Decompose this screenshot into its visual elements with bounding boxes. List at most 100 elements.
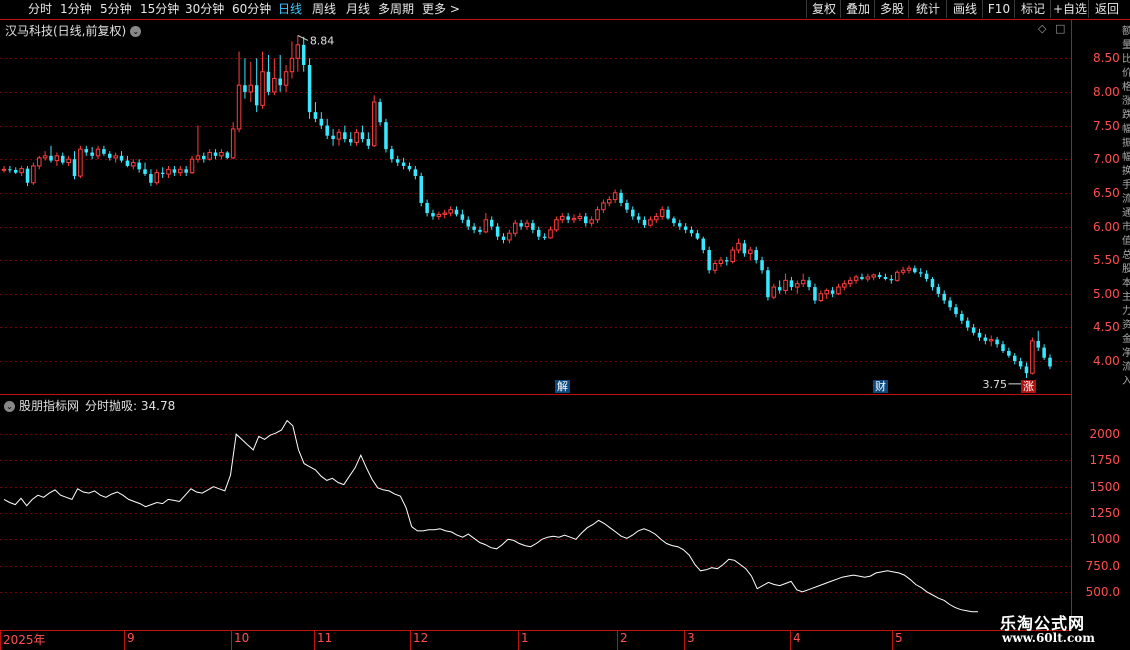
- tab-timeframe-0[interactable]: 分时: [28, 1, 52, 18]
- tab-timeframe-2[interactable]: 5分钟: [100, 1, 132, 18]
- candle-body: [1007, 350, 1011, 356]
- candle-body: [954, 307, 958, 314]
- settings-icon[interactable]: ⌄: [4, 401, 15, 412]
- candle-body: [113, 155, 118, 159]
- candle-body: [266, 71, 271, 92]
- tab-timeframe-5[interactable]: 60分钟: [232, 1, 271, 18]
- candle-body: [918, 272, 923, 274]
- square-icon[interactable]: □: [1055, 22, 1065, 35]
- candle-body: [243, 85, 247, 92]
- candle-body: [178, 168, 183, 174]
- candle-body: [436, 213, 442, 217]
- diamond-icon[interactable]: ◇: [1038, 22, 1046, 35]
- toolbar-button-1[interactable]: 叠加: [840, 0, 875, 18]
- stock-title-text: 汉马科技(日线,前复权): [5, 24, 127, 38]
- indicator-tick-label: 500.0: [1085, 584, 1120, 599]
- toolbar-button-6[interactable]: 标记: [1014, 0, 1051, 18]
- candle-body: [683, 226, 688, 230]
- candle-body: [31, 165, 36, 184]
- candle-body: [542, 236, 547, 238]
- event-marker-unlock[interactable]: 解: [555, 380, 570, 393]
- tab-timeframe-10[interactable]: 更多 >: [422, 1, 460, 18]
- candle-body: [19, 168, 24, 174]
- candle-body: [495, 226, 500, 237]
- candle-body: [483, 219, 489, 233]
- candle-body: [119, 155, 124, 161]
- candle-body: [384, 122, 388, 150]
- candle-body: [948, 300, 952, 308]
- tab-timeframe-1[interactable]: 1分钟: [60, 1, 92, 18]
- candle-body: [619, 192, 623, 203]
- indicator-title[interactable]: ⌄ 股朋指标网 分时抛吸: 34.78: [4, 397, 175, 414]
- chevron-down-icon[interactable]: ⌄: [130, 26, 142, 37]
- candle-body: [842, 283, 847, 288]
- candle-body: [501, 236, 506, 240]
- candle-body: [988, 339, 994, 342]
- candle-body: [766, 270, 770, 298]
- event-marker-limit-up[interactable]: 涨: [1021, 380, 1036, 393]
- candle-body: [519, 223, 523, 227]
- candle-body: [8, 169, 12, 171]
- indicator-name: 股朋指标网: [19, 399, 80, 413]
- candle-body: [678, 223, 682, 227]
- stock-title[interactable]: 汉马科技(日线,前复权) ⌄: [5, 22, 142, 39]
- candle-body: [225, 152, 230, 158]
- indicator-tick-label: 1500: [1089, 479, 1120, 494]
- candle-body: [554, 219, 559, 231]
- tab-timeframe-6[interactable]: 日线: [278, 1, 302, 18]
- candle-body: [625, 202, 629, 210]
- tab-timeframe-3[interactable]: 15分钟: [140, 1, 179, 18]
- toolbar-button-4[interactable]: 画线: [946, 0, 983, 18]
- toolbar-button-7[interactable]: +自选: [1050, 0, 1089, 18]
- tab-timeframe-9[interactable]: 多周期: [378, 1, 414, 18]
- toolbar-button-5[interactable]: F10: [982, 0, 1015, 18]
- candle-body: [860, 276, 864, 279]
- candle-body: [1048, 357, 1052, 367]
- candle-body: [942, 293, 946, 301]
- time-tick-label: 3: [687, 631, 695, 645]
- candle-body: [754, 250, 758, 261]
- time-tick-label: 5: [895, 631, 903, 645]
- indicator-tick-label: 2000: [1089, 426, 1120, 441]
- candle-body: [736, 242, 741, 251]
- candle-body: [631, 209, 635, 217]
- candle-body: [906, 267, 912, 271]
- candle-body: [672, 218, 676, 224]
- candle-body: [448, 209, 453, 214]
- toolbar-button-0[interactable]: 复权: [806, 0, 841, 18]
- tab-timeframe-8[interactable]: 月线: [346, 1, 370, 18]
- candle-body: [589, 219, 594, 224]
- candle-body: [847, 279, 853, 285]
- candle-body: [813, 287, 817, 301]
- candle-body: [202, 155, 206, 160]
- price-tick-label: 4.00: [1093, 353, 1120, 368]
- candle-body: [366, 139, 371, 146]
- candle-body: [160, 172, 165, 175]
- candle-body: [407, 165, 412, 170]
- candle-body: [213, 152, 218, 156]
- event-marker-financial[interactable]: 财: [873, 380, 888, 393]
- candle-body: [1024, 366, 1029, 374]
- candle-body: [607, 199, 612, 204]
- candle-body: [149, 174, 153, 183]
- toolbar-button-2[interactable]: 多股: [874, 0, 909, 18]
- toolbar-button-3[interactable]: 统计: [908, 0, 947, 18]
- candle-body: [612, 192, 618, 201]
- candle-body: [566, 216, 570, 220]
- candle-body: [283, 71, 289, 86]
- candle-body: [301, 44, 306, 66]
- candle-body: [924, 273, 929, 279]
- candle-body: [571, 217, 577, 221]
- candle-body: [295, 44, 301, 59]
- candle-body: [824, 289, 829, 295]
- indicator-line: [3, 419, 978, 613]
- candle-body: [36, 157, 42, 167]
- candle-body: [548, 229, 553, 239]
- candle-body: [577, 215, 583, 219]
- candle-body: [725, 260, 729, 262]
- candle-body: [401, 162, 406, 166]
- candle-body: [419, 176, 423, 203]
- tab-timeframe-7[interactable]: 周线: [312, 1, 336, 18]
- toolbar-button-8[interactable]: 返回: [1088, 0, 1125, 18]
- tab-timeframe-4[interactable]: 30分钟: [185, 1, 224, 18]
